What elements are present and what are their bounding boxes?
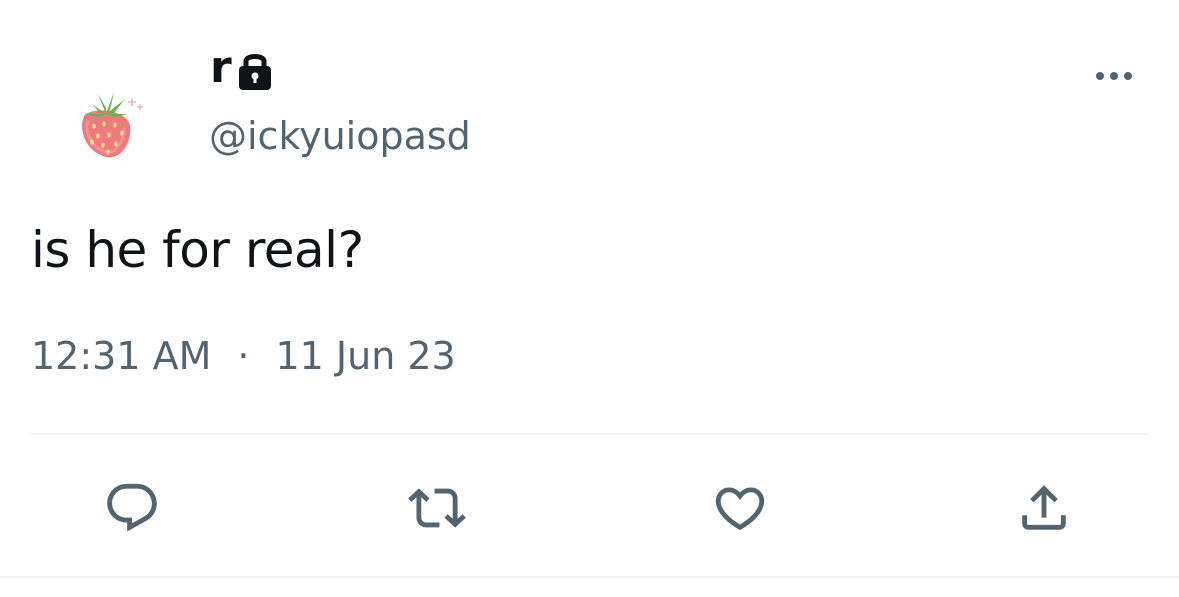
display-name[interactable]: r bbox=[210, 46, 232, 90]
retweet-icon bbox=[408, 488, 466, 528]
retweet-button[interactable] bbox=[405, 476, 469, 540]
like-button[interactable] bbox=[708, 476, 772, 540]
tweet-text: is he for real? bbox=[31, 221, 364, 279]
avatar[interactable] bbox=[70, 80, 150, 162]
bottom-divider bbox=[0, 576, 1179, 578]
lock-icon bbox=[236, 49, 274, 91]
user-handle[interactable]: @ickyuiopasd bbox=[209, 114, 471, 160]
reply-button[interactable] bbox=[100, 476, 164, 540]
meta-separator: · bbox=[237, 334, 250, 378]
tweet-timestamp[interactable]: 12:31 AM · 11 Jun 23 bbox=[31, 334, 456, 380]
more-horizontal-icon bbox=[1096, 72, 1132, 80]
tweet-date: 11 Jun 23 bbox=[275, 334, 456, 378]
tweet-card: r @ickyuiopasd is he for real? 12:31 AM … bbox=[0, 0, 1179, 597]
divider bbox=[31, 433, 1148, 435]
strawberry-icon bbox=[82, 92, 143, 158]
share-icon bbox=[1022, 485, 1066, 530]
share-button[interactable] bbox=[1012, 476, 1076, 540]
reply-icon bbox=[107, 483, 157, 532]
tweet-time: 12:31 AM bbox=[31, 334, 212, 378]
heart-icon bbox=[715, 487, 765, 531]
more-options-button[interactable] bbox=[1090, 62, 1138, 90]
author-name-row: r bbox=[210, 38, 274, 98]
